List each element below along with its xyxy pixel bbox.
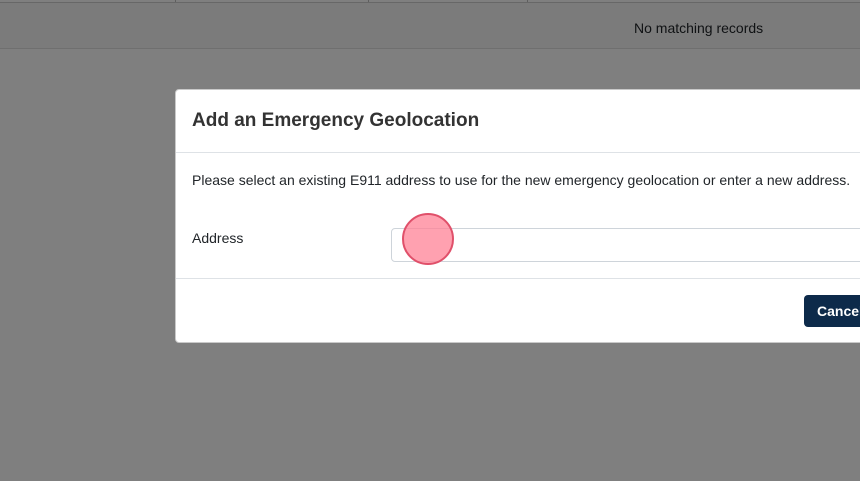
cancel-button[interactable]: Cancel	[804, 295, 860, 327]
click-indicator	[402, 213, 454, 265]
add-emergency-geolocation-dialog: Add an Emergency Geolocation Please sele…	[175, 89, 860, 343]
modal-footer-divider	[176, 278, 860, 279]
modal-header: Add an Emergency Geolocation	[176, 90, 860, 153]
address-label: Address	[192, 230, 244, 246]
address-input[interactable]	[391, 228, 860, 262]
modal-description: Please select an existing E911 address t…	[192, 172, 851, 188]
modal-title: Add an Emergency Geolocation	[192, 110, 480, 131]
